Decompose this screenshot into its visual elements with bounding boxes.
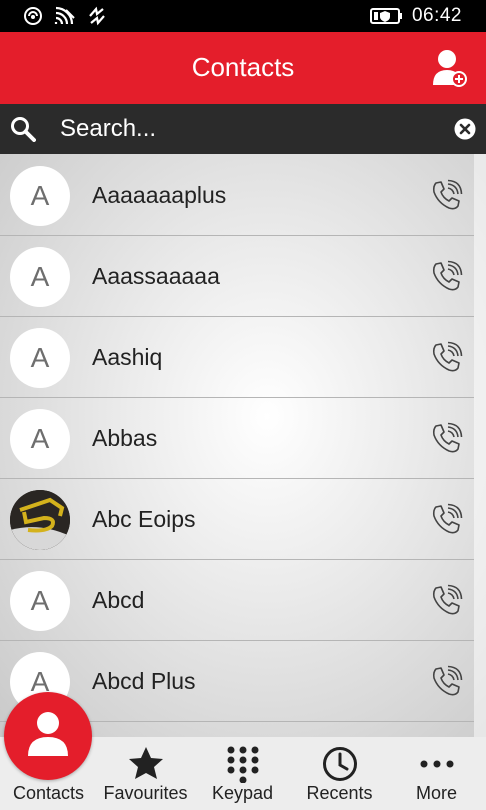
nav-keypad[interactable]: Keypad [194,737,291,810]
nav-favourites[interactable]: Favourites [97,737,194,810]
search-icon[interactable] [10,116,36,142]
phone-call-icon[interactable] [430,179,464,213]
phone-call-icon[interactable] [430,341,464,375]
contact-row[interactable]: A Aaaaaaaplus [0,155,474,236]
more-dots-icon [420,760,453,768]
phone-call-icon[interactable] [430,260,464,294]
nav-label: Recents [306,783,373,803]
nav-label: Keypad [211,783,274,803]
page-title: Contacts [191,52,295,82]
clock-icon [322,747,357,781]
phone-call-icon[interactable] [430,584,464,618]
contacts-fab[interactable] [4,692,92,780]
contact-row[interactable]: A Aaassaaaaa [0,236,474,317]
contact-name: Abbas [92,425,158,451]
contact-photo [10,490,70,550]
avatar-initial: A [30,261,50,292]
contact-row[interactable]: Abc Eoips [0,479,474,560]
nav-label: More [415,783,457,803]
contacts-screen: 06:42 Contacts A Aaaaaaaplus [0,0,486,810]
avatar: A [10,166,70,226]
contact-row[interactable]: A Aashiq [0,317,474,398]
contact-name: Abcd Plus [92,668,196,694]
person-icon [28,712,68,756]
star-icon [128,747,163,779]
status-bar: 06:42 [0,0,486,32]
nav-label: Contacts [12,783,85,803]
clear-search-icon[interactable] [454,118,476,140]
search-input[interactable] [60,112,430,146]
nfc-icon [24,7,42,25]
clock-time: 06:42 [411,5,462,26]
keypad-icon [227,746,258,783]
contact-row[interactable]: A Abcd [0,560,474,641]
contact-row[interactable]: A Abbas [0,398,474,479]
scrollbar[interactable] [474,154,486,737]
nav-more[interactable]: More [388,737,485,810]
avatar-initial: A [30,180,50,211]
avatar: A [10,247,70,307]
app-header: Contacts [0,32,486,104]
contact-name: Abcd [92,587,145,613]
avatar-photo [10,490,70,550]
add-contact-icon[interactable] [432,48,468,88]
battery-saver-icon [369,8,402,24]
contact-name: Aashiq [92,344,163,370]
avatar-initial: A [30,423,50,454]
avatar: A [10,328,70,388]
contact-list[interactable]: A Aaaaaaaplus A Aaassaaaaa A Aashiq A Ab… [0,154,486,737]
phone-call-icon[interactable] [430,503,464,537]
data-sync-icon [89,6,105,26]
nav-label: Favourites [103,783,188,803]
phone-call-icon[interactable] [430,422,464,456]
wifi-icon [54,6,75,25]
phone-call-icon[interactable] [430,665,464,699]
search-bar [0,104,486,154]
avatar-initial: A [30,342,50,373]
nav-recents[interactable]: Recents [291,737,388,810]
contact-name: Aaassaaaaa [92,263,220,289]
contact-name: Aaaaaaaplus [92,182,227,208]
avatar: A [10,571,70,631]
avatar-initial: A [30,585,50,616]
contact-name: Abc Eoips [92,506,196,532]
avatar: A [10,409,70,469]
